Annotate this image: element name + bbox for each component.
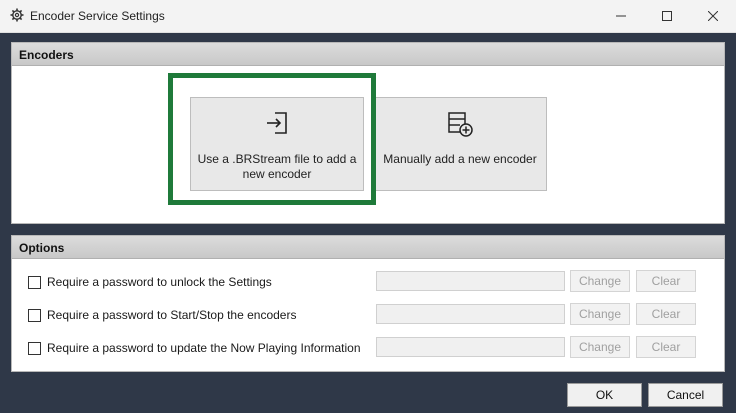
unlock-settings-label: Require a password to unlock the Setting… [47, 275, 272, 289]
options-header: Options [12, 236, 724, 259]
add-manually-button[interactable]: Manually add a new encoder [373, 97, 547, 191]
window-title: Encoder Service Settings [30, 9, 165, 23]
start-stop-clear-button[interactable]: Clear [636, 303, 696, 325]
unlock-settings-change-button[interactable]: Change [570, 270, 630, 292]
start-stop-change-button[interactable]: Change [570, 303, 630, 325]
unlock-settings-clear-button[interactable]: Clear [636, 270, 696, 292]
title-bar: Encoder Service Settings [0, 0, 736, 33]
now-playing-clear-button[interactable]: Clear [636, 336, 696, 358]
add-manually-label: Manually add a new encoder [383, 152, 537, 166]
unlock-settings-password-input[interactable] [376, 271, 565, 291]
close-button[interactable] [690, 0, 736, 32]
highlight-box [168, 73, 376, 205]
encoders-title: Encoders [19, 48, 74, 62]
start-stop-password-input[interactable] [376, 304, 565, 324]
maximize-icon [662, 11, 672, 21]
minimize-button[interactable] [598, 0, 644, 32]
options-title: Options [19, 241, 65, 255]
table-add-icon [446, 110, 474, 142]
unlock-settings-checkbox[interactable] [28, 276, 41, 289]
gear-icon [10, 8, 24, 22]
now-playing-label: Require a password to update the Now Pla… [47, 341, 361, 355]
start-stop-label: Require a password to Start/Stop the enc… [47, 308, 297, 322]
now-playing-checkbox[interactable] [28, 342, 41, 355]
ok-button[interactable]: OK [567, 383, 642, 407]
encoders-header: Encoders [12, 43, 724, 66]
maximize-button[interactable] [644, 0, 690, 32]
cancel-button[interactable]: Cancel [648, 383, 723, 407]
minimize-icon [616, 15, 626, 17]
now-playing-change-button[interactable]: Change [570, 336, 630, 358]
now-playing-password-input[interactable] [376, 337, 565, 357]
settings-window: Encoder Service Settings Encoders Use a … [0, 0, 736, 413]
close-icon [708, 11, 718, 21]
start-stop-checkbox[interactable] [28, 309, 41, 322]
